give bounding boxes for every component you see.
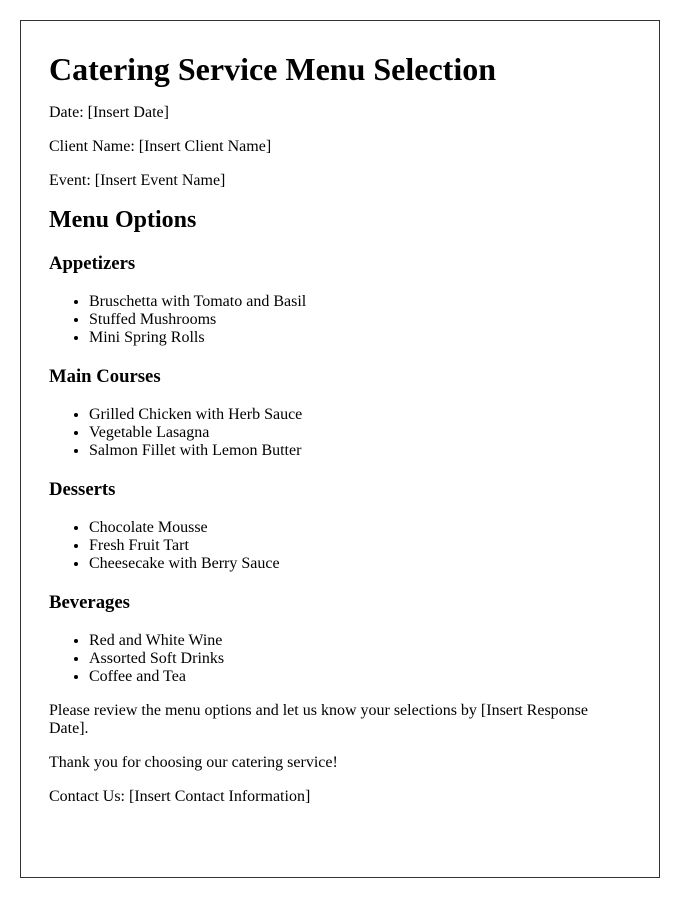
menu-item: Stuffed Mushrooms — [89, 311, 631, 329]
menu-item: Mini Spring Rolls — [89, 329, 631, 347]
event-details: Date: [Insert Date] Client Name: [Insert… — [49, 104, 631, 190]
menu-item: Fresh Fruit Tart — [89, 537, 631, 555]
menu-list: Bruschetta with Tomato and Basil Stuffed… — [49, 293, 631, 347]
menu-item: Assorted Soft Drinks — [89, 650, 631, 668]
date-line: Date: [Insert Date] — [49, 104, 169, 121]
menu-section-beverages: Beverages Red and White Wine Assorted So… — [49, 592, 631, 686]
menu-item: Grilled Chicken with Herb Sauce — [89, 406, 631, 424]
event-line: Event: [Insert Event Name] — [49, 172, 226, 189]
menu-list: Grilled Chicken with Herb Sauce Vegetabl… — [49, 406, 631, 460]
menu-list: Red and White Wine Assorted Soft Drinks … — [49, 632, 631, 686]
client-name-line: Client Name: [Insert Client Name] — [49, 138, 272, 155]
closing-notes: Please review the menu options and let u… — [49, 702, 631, 806]
contact-line: Contact Us: [Insert Contact Information] — [49, 788, 311, 805]
menu-item: Bruschetta with Tomato and Basil — [89, 293, 631, 311]
menu-item: Salmon Fillet with Lemon Butter — [89, 442, 631, 460]
menu-item: Red and White Wine — [89, 632, 631, 650]
menu-item: Chocolate Mousse — [89, 519, 631, 537]
menu-item: Cheesecake with Berry Sauce — [89, 555, 631, 573]
menu-list: Chocolate Mousse Fresh Fruit Tart Cheese… — [49, 519, 631, 573]
menu-options-heading: Menu Options — [49, 207, 197, 233]
document-page: Catering Service Menu Selection Date: [I… — [20, 20, 660, 878]
menu-item: Coffee and Tea — [89, 668, 631, 686]
response-request: Please review the menu options and let u… — [49, 702, 588, 737]
section-heading: Beverages — [49, 592, 130, 613]
section-heading: Main Courses — [49, 366, 161, 387]
menu-section-appetizers: Appetizers Bruschetta with Tomato and Ba… — [49, 253, 631, 347]
menu-item: Vegetable Lasagna — [89, 424, 631, 442]
document-title: Catering Service Menu Selection — [49, 51, 496, 87]
thank-you-note: Thank you for choosing our catering serv… — [49, 754, 338, 771]
menu-section-main-courses: Main Courses Grilled Chicken with Herb S… — [49, 366, 631, 460]
menu-section-desserts: Desserts Chocolate Mousse Fresh Fruit Ta… — [49, 479, 631, 573]
section-heading: Appetizers — [49, 253, 136, 274]
section-heading: Desserts — [49, 479, 116, 500]
